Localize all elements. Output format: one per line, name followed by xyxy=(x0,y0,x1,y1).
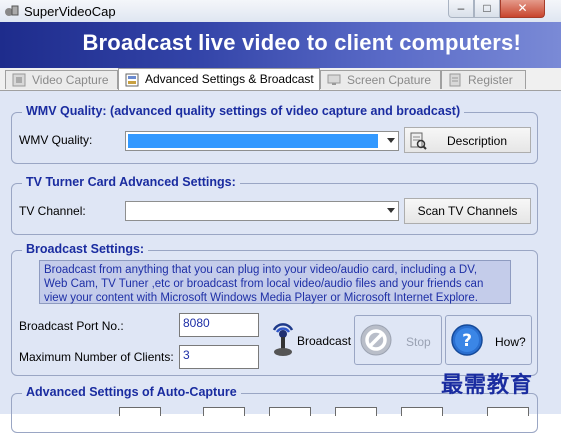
description-icon xyxy=(410,132,427,150)
how-label: How? xyxy=(495,335,526,349)
tv-group-title: TV Turner Card Advanced Settings: xyxy=(22,175,240,189)
auto-capture-field[interactable] xyxy=(487,407,529,416)
how-button[interactable]: ? How? xyxy=(445,315,532,365)
auto-capture-field[interactable] xyxy=(401,407,443,416)
title-bar: SuperVideoCap – □ ✕ xyxy=(0,0,561,23)
max-clients-input[interactable]: 3 xyxy=(179,345,259,369)
broadcast-label: Broadcast xyxy=(297,334,352,348)
auto-capture-title: Advanced Settings of Auto-Capture xyxy=(22,385,241,399)
info-line: Web Cam, TV Tuner ,etc or broadcast from… xyxy=(44,278,484,290)
video-capture-icon xyxy=(12,73,26,87)
wmv-quality-select[interactable] xyxy=(125,131,399,151)
tab-screen-capture[interactable]: Screen Cpature xyxy=(320,70,441,89)
tab-strip: Video Capture Advanced Settings & Broadc… xyxy=(0,68,561,90)
maximize-button[interactable]: □ xyxy=(474,0,500,18)
tab-advanced-settings[interactable]: Advanced Settings & Broadcast xyxy=(118,68,320,90)
register-icon xyxy=(449,73,461,87)
tab-label: Register xyxy=(468,73,513,87)
auto-capture-field[interactable] xyxy=(335,407,377,416)
tab-label: Advanced Settings & Broadcast xyxy=(145,72,314,86)
screen-capture-icon xyxy=(327,74,341,85)
stop-icon xyxy=(360,324,392,356)
broadcast-port-input[interactable]: 8080 xyxy=(179,313,259,337)
wmv-group-title: WMV Quality: (advanced quality settings … xyxy=(22,104,465,118)
info-line: view your content with Microsoft Windows… xyxy=(44,292,478,304)
tab-label: Screen Cpature xyxy=(347,73,432,87)
chevron-down-icon[interactable] xyxy=(387,208,395,213)
banner: Broadcast live video to client computers… xyxy=(0,22,561,68)
banner-title: Broadcast live video to client computers… xyxy=(82,30,521,55)
scan-tv-channels-button[interactable]: Scan TV Channels xyxy=(404,198,531,224)
help-icon: ? xyxy=(451,324,483,356)
chevron-down-icon[interactable] xyxy=(387,138,395,143)
max-clients-label: Maximum Number of Clients: xyxy=(19,350,174,364)
settings-tab-icon xyxy=(125,73,139,87)
stop-label: Stop xyxy=(406,335,431,349)
watermark: 最需教育 xyxy=(441,373,534,398)
tv-channel-label: TV Channel: xyxy=(19,204,86,218)
wmv-quality-label: WMV Quality: xyxy=(19,133,93,147)
description-button[interactable]: Description xyxy=(404,127,531,153)
broadcast-port-label: Broadcast Port No.: xyxy=(19,319,124,333)
broadcast-antenna-icon xyxy=(272,323,294,356)
stop-button[interactable]: Stop xyxy=(354,315,442,365)
auto-capture-field[interactable] xyxy=(119,407,161,416)
info-line: Broadcast from anything that you can plu… xyxy=(44,264,478,276)
close-button[interactable]: ✕ xyxy=(500,0,545,18)
tab-label: Video Capture xyxy=(32,73,109,87)
minimize-button[interactable]: – xyxy=(448,0,474,18)
broadcast-button[interactable]: Broadcast xyxy=(265,315,354,365)
window-title: SuperVideoCap xyxy=(24,4,116,19)
svg-text:?: ? xyxy=(462,331,472,351)
broadcast-group-title: Broadcast Settings: xyxy=(22,242,149,256)
auto-capture-field[interactable] xyxy=(203,407,245,416)
tab-register[interactable]: Register xyxy=(441,70,526,89)
broadcast-info-box: Broadcast from anything that you can plu… xyxy=(39,260,511,304)
tab-video-capture[interactable]: Video Capture xyxy=(5,70,118,89)
tv-channel-select[interactable] xyxy=(125,201,399,221)
auto-capture-field[interactable] xyxy=(269,407,311,416)
description-label: Description xyxy=(447,134,508,148)
app-icon xyxy=(5,5,19,16)
selection-highlight xyxy=(128,134,378,148)
